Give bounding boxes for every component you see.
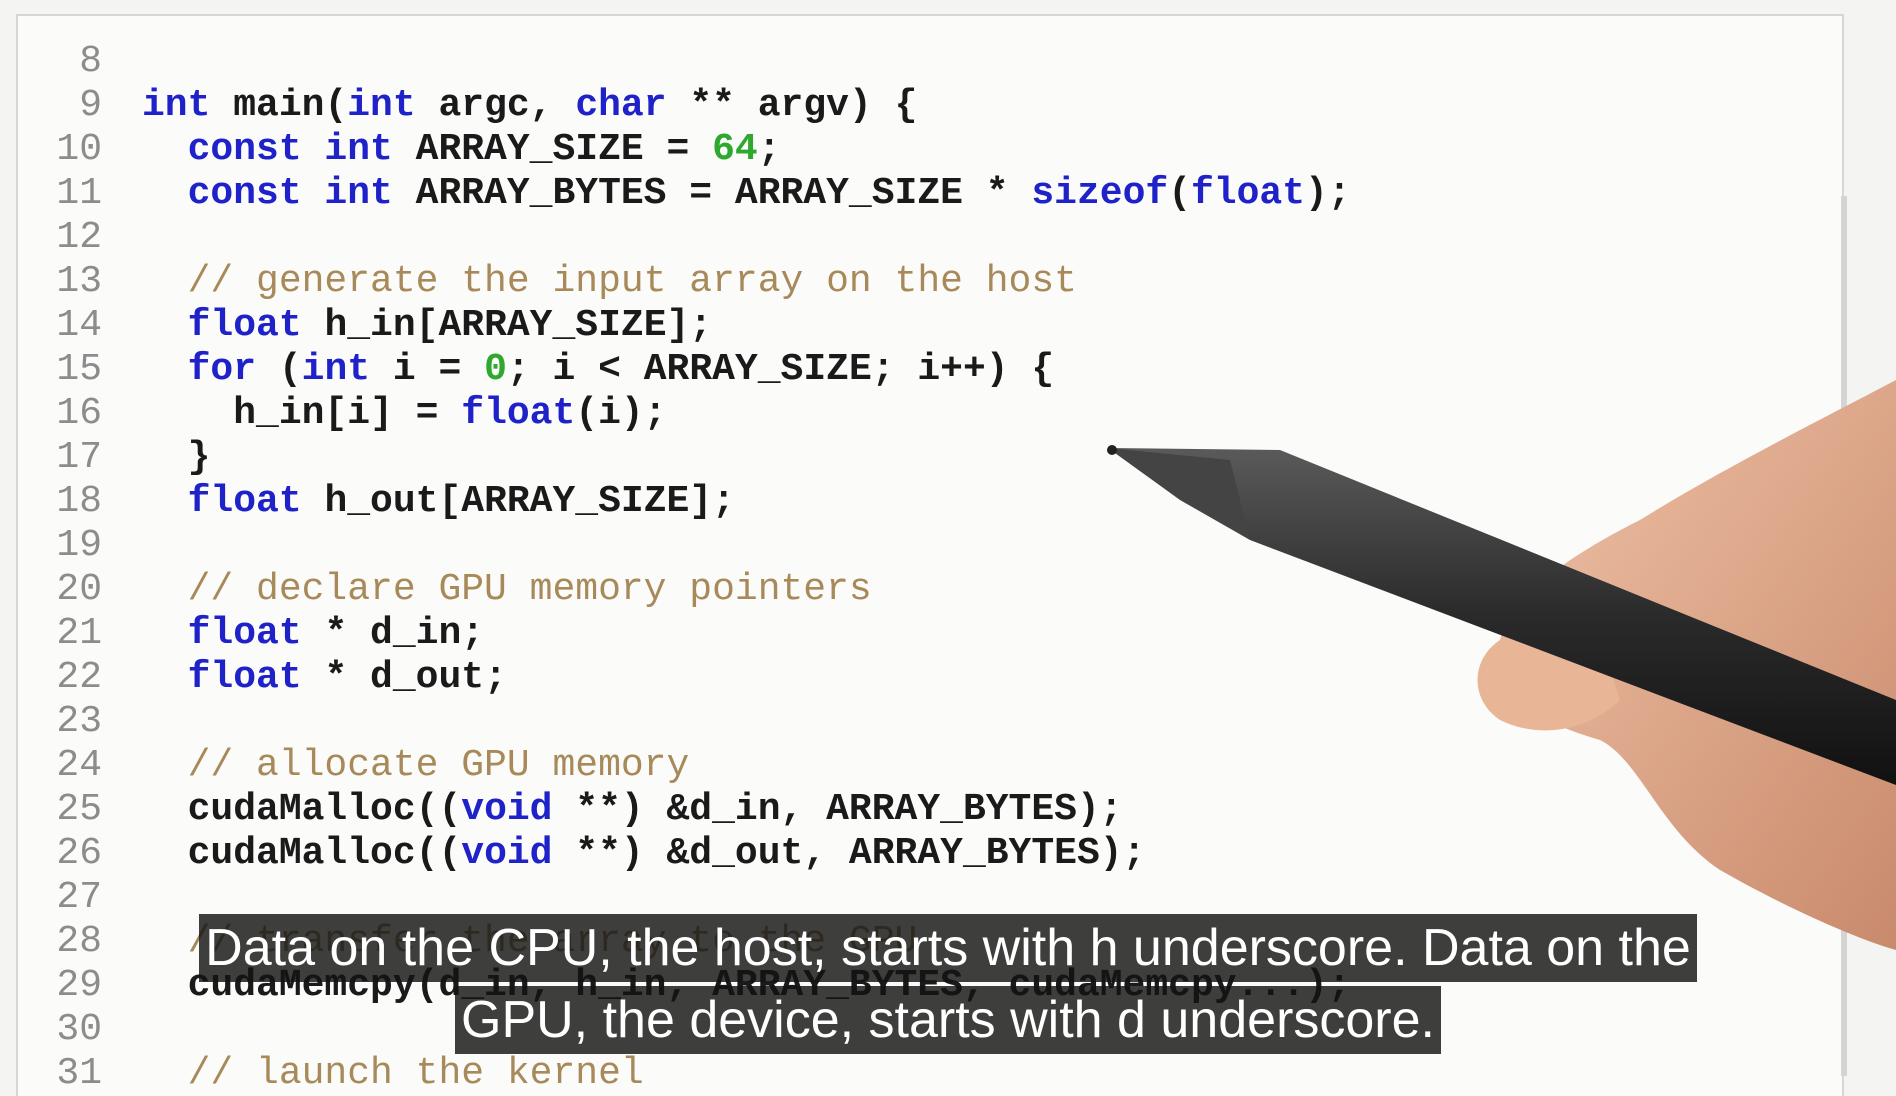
- caption-line-2: GPU, the device, starts with d underscor…: [455, 986, 1441, 1054]
- caption-line-1: Data on the CPU, the host, starts with h…: [199, 914, 1697, 982]
- pen-point: [1107, 445, 1117, 455]
- pen-hand-image: [1107, 380, 1896, 950]
- pen-tip: [1108, 448, 1250, 540]
- subtitle-caption: Data on the CPU, the host, starts with h…: [0, 912, 1896, 1056]
